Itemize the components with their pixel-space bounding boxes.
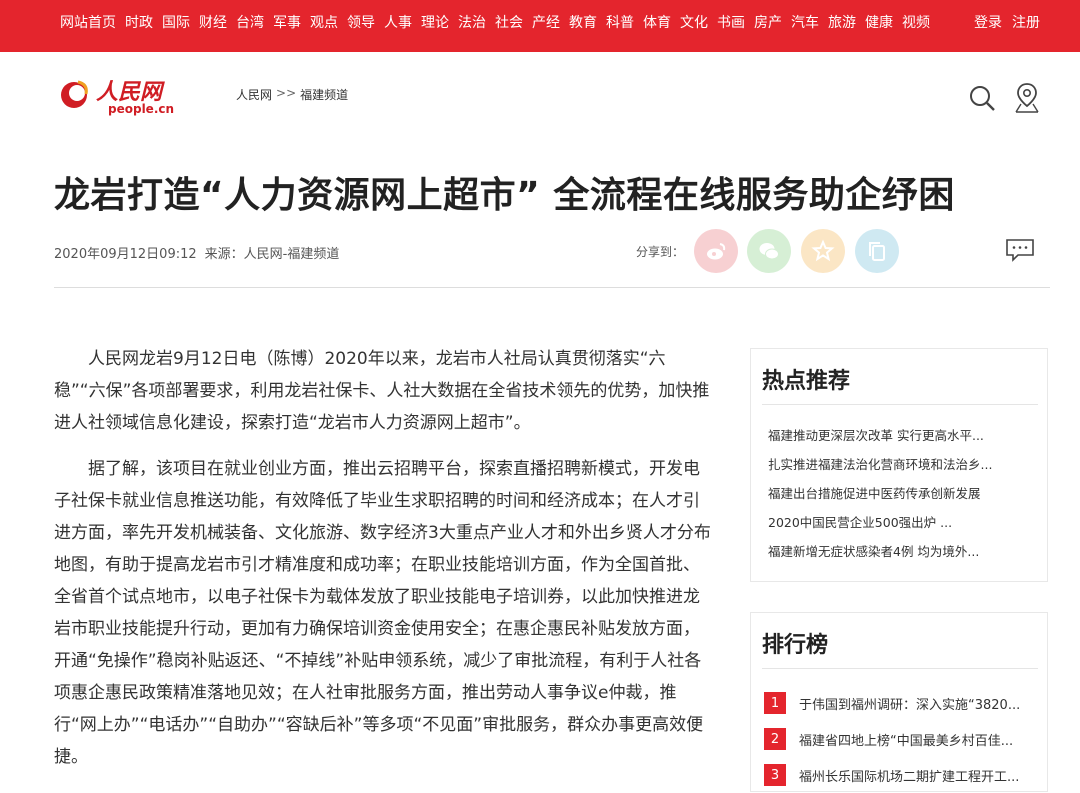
rank-list: 1 于伟国到福州调研：深入实施“3820... 2 福建省四地上榜“中国最美乡村… — [764, 685, 1044, 793]
nav-society[interactable]: 社会 — [495, 12, 523, 32]
hot-list: 福建推动更深层次改革 实行更高水平... 扎实推进福建法治化营商环境和法治乡..… — [768, 421, 1028, 566]
nav-taiwan[interactable]: 台湾 — [236, 12, 264, 32]
hot-title: 热点推荐 — [762, 369, 851, 394]
rank-divider — [762, 668, 1038, 669]
rank-number: 2 — [764, 728, 786, 750]
nav-law[interactable]: 法治 — [458, 12, 486, 32]
rank-title: 排行榜 — [762, 633, 829, 658]
nav-personnel[interactable]: 人事 — [384, 12, 412, 32]
nav-industry[interactable]: 产经 — [532, 12, 560, 32]
register-link[interactable]: 注册 — [1012, 12, 1040, 32]
hot-item[interactable]: 福建出台措施促进中医药传承创新发展 — [768, 479, 1028, 508]
copy-link-button[interactable] — [855, 229, 899, 273]
breadcrumb: 人民网 >> 福建频道 — [236, 86, 348, 103]
article-paragraph: 据了解，该项目在就业创业方面，推出云招聘平台，探索直播招聘新模式，开发电子社保卡… — [54, 459, 711, 767]
nav-military[interactable]: 军事 — [273, 12, 301, 32]
hot-item[interactable]: 福建推动更深层次改革 实行更高水平... — [768, 421, 1028, 450]
article-meta: 2020年09月12日09:12 来源：人民网-福建频道 — [54, 243, 339, 262]
nav-calligraphy[interactable]: 书画 — [717, 12, 745, 32]
rank-text[interactable]: 福建省四地上榜“中国最美乡村百佳... — [799, 730, 1037, 749]
nav-finance[interactable]: 财经 — [199, 12, 227, 32]
article-source[interactable]: 来源：人民网-福建频道 — [205, 243, 340, 262]
logo-mark-icon — [61, 80, 88, 108]
article-body: 人民网龙岩9月12日电（陈博）2020年以来，龙岩市人社局认真贯彻落实“六稳”“… — [54, 343, 714, 787]
share-wechat-button[interactable] — [747, 229, 791, 273]
logo-domain: people.cn — [108, 102, 175, 116]
nav-health[interactable]: 健康 — [865, 12, 893, 32]
top-nav-bar: 网站首页 时政 国际 财经 台湾 军事 观点 领导 人事 理论 法治 社会 产经… — [0, 0, 1080, 52]
nav-opinion[interactable]: 观点 — [310, 12, 338, 32]
nav-realestate[interactable]: 房产 — [754, 12, 782, 32]
nav-leaders[interactable]: 领导 — [347, 12, 375, 32]
nav-science[interactable]: 科普 — [606, 12, 634, 32]
hot-item[interactable]: 扎实推进福建法治化营商环境和法治乡... — [768, 450, 1028, 479]
rank-number: 1 — [764, 692, 786, 714]
share-label: 分享到： — [636, 245, 685, 259]
ranking-box: 排行榜 1 于伟国到福州调研：深入实施“3820... 2 福建省四地上榜“中国… — [750, 612, 1048, 792]
article-paragraph: 人民网龙岩9月12日电（陈博）2020年以来，龙岩市人社局认真贯彻落实“六稳”“… — [54, 349, 710, 433]
rank-text[interactable]: 福州长乐国际机场二期扩建工程开工... — [799, 766, 1037, 785]
copy-icon — [869, 242, 885, 261]
article-title: 龙岩打造“人力资源网上超市” 全流程在线服务助企纾困 — [54, 175, 955, 216]
header-divider — [54, 287, 1050, 288]
hot-divider — [762, 404, 1038, 405]
rank-item[interactable]: 1 于伟国到福州调研：深入实施“3820... — [764, 685, 1044, 721]
favorite-button[interactable] — [801, 229, 845, 273]
breadcrumb-channel[interactable]: 福建频道 — [300, 86, 348, 103]
nav-travel[interactable]: 旅游 — [828, 12, 856, 32]
rank-item[interactable]: 2 福建省四地上榜“中国最美乡村百佳... — [764, 721, 1044, 757]
nav-sports[interactable]: 体育 — [643, 12, 671, 32]
nav-international[interactable]: 国际 — [162, 12, 190, 32]
hot-item[interactable]: 福建新增无症状感染者4例 均为境外... — [768, 537, 1028, 566]
wechat-icon — [759, 243, 779, 260]
login-link[interactable]: 登录 — [974, 12, 1002, 32]
weibo-icon — [707, 243, 726, 260]
comment-icon[interactable] — [1005, 238, 1035, 262]
nav-home[interactable]: 网站首页 — [60, 12, 116, 32]
nav-politics[interactable]: 时政 — [125, 12, 153, 32]
site-logo[interactable]: 人民网 people.cn — [58, 74, 178, 118]
nav-theory[interactable]: 理论 — [421, 12, 449, 32]
rank-item[interactable]: 3 福州长乐国际机场二期扩建工程开工... — [764, 757, 1044, 793]
account-links: 登录 注册 — [964, 0, 1040, 44]
nav-culture[interactable]: 文化 — [680, 12, 708, 32]
publish-datetime: 2020年09月12日09:12 — [54, 247, 197, 262]
share-weibo-button[interactable] — [694, 229, 738, 273]
rank-text[interactable]: 于伟国到福州调研：深入实施“3820... — [799, 694, 1037, 713]
nav-video[interactable]: 视频 — [902, 12, 930, 32]
nav-education[interactable]: 教育 — [569, 12, 597, 32]
star-icon — [811, 239, 835, 262]
breadcrumb-separator: >> — [276, 86, 297, 100]
location-icon[interactable] — [1014, 82, 1040, 114]
hot-item[interactable]: 2020中国民营企业500强出炉 ... — [768, 508, 1028, 537]
breadcrumb-home[interactable]: 人民网 — [236, 86, 272, 103]
channel-nav: 网站首页 时政 国际 财经 台湾 军事 观点 领导 人事 理论 法治 社会 产经… — [60, 0, 939, 44]
hot-recommendations: 热点推荐 福建推动更深层次改革 实行更高水平... 扎实推进福建法治化营商环境和… — [750, 348, 1048, 582]
nav-auto[interactable]: 汽车 — [791, 12, 819, 32]
search-icon[interactable] — [968, 84, 996, 112]
